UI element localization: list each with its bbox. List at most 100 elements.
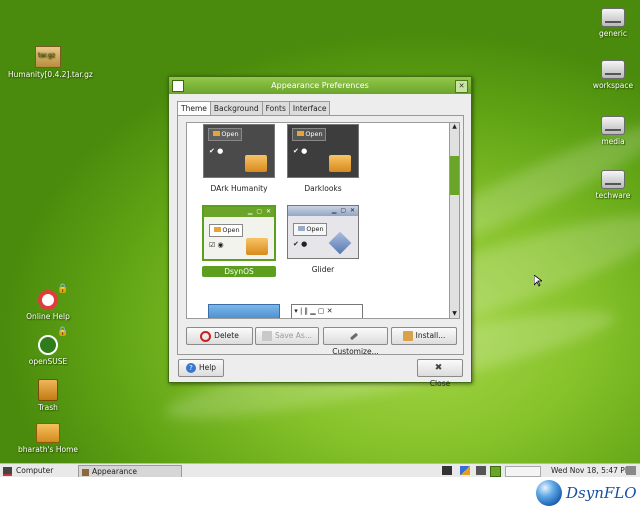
theme-item-darklooks[interactable]: Open ✔ ● Darklooks bbox=[281, 124, 365, 193]
lock-icon: 🔒 bbox=[57, 284, 69, 294]
workspace-switcher-empty[interactable] bbox=[505, 466, 541, 477]
theme-item-dsynos[interactable]: ▁ ▢ ✕ Open ☑ ◉ DsynOS bbox=[197, 205, 281, 277]
tab-fonts[interactable]: Fonts bbox=[261, 101, 290, 115]
computer-icon bbox=[3, 466, 12, 476]
folder-icon bbox=[298, 226, 306, 231]
help-button[interactable]: ? Help bbox=[178, 359, 224, 377]
checkbox-icon: ✔ ● bbox=[293, 147, 308, 155]
taskbar: Computer Appearance Preferences Wed Nov … bbox=[0, 463, 640, 487]
scroll-up-arrow-icon[interactable]: ▲ bbox=[450, 123, 459, 131]
theme-item-partial[interactable] bbox=[208, 304, 280, 318]
diamond-icon bbox=[328, 231, 352, 255]
desktop-icon-label: techware bbox=[595, 191, 631, 200]
close-window-button[interactable]: ✕ bbox=[455, 80, 468, 93]
desktop-icon-label: media bbox=[601, 137, 625, 146]
brush-icon bbox=[349, 332, 359, 340]
customize-button[interactable]: Customize... bbox=[323, 327, 388, 356]
scroll-down-arrow-icon[interactable]: ▼ bbox=[450, 310, 459, 318]
checkbox-icon: ☑ ◉ bbox=[209, 241, 224, 249]
folder-icon bbox=[214, 227, 222, 232]
desktop-icon-label: openSUSE bbox=[28, 357, 68, 366]
install-button[interactable]: Install... bbox=[391, 327, 457, 345]
desktop-icon-workspace[interactable]: workspace bbox=[573, 60, 640, 90]
theme-item-partial[interactable]: ▾ | ‖ ▁ ▢ ✕ bbox=[291, 304, 363, 318]
terminal-icon[interactable] bbox=[442, 466, 452, 475]
desktop-icon-label: workspace bbox=[592, 81, 634, 90]
clock[interactable]: Wed Nov 18, 5:47 PM bbox=[551, 466, 631, 476]
desktop-icon-techware[interactable]: techware bbox=[573, 170, 640, 200]
theme-preview: Open ✔ ● bbox=[287, 124, 359, 178]
desktop-icon-archive[interactable]: tar.gz Humanity[0.4.2].tar.gz bbox=[8, 46, 93, 79]
help-lifebuoy-icon bbox=[38, 290, 58, 310]
network-icon[interactable] bbox=[476, 466, 486, 475]
tab-interface[interactable]: Interface bbox=[288, 101, 331, 115]
folder-icon bbox=[297, 131, 305, 136]
folder-icon bbox=[245, 155, 267, 172]
install-box-icon bbox=[402, 331, 413, 341]
help-icon: ? bbox=[185, 363, 196, 373]
theme-item-dark-humanity[interactable]: Open ✔ ● DArk Humanity bbox=[197, 124, 281, 193]
desktop-icon-generic[interactable]: generic bbox=[573, 8, 640, 38]
tab-background[interactable]: Background bbox=[209, 101, 263, 115]
theme-preview: Open ✔ ● bbox=[203, 124, 275, 178]
theme-panel: Open ✔ ● DArk Humanity Open ✔ ● Darklook… bbox=[177, 115, 464, 356]
theme-list[interactable]: Open ✔ ● DArk Humanity Open ✔ ● Darklook… bbox=[186, 122, 451, 319]
update-applet-icon[interactable] bbox=[460, 466, 470, 475]
scrollbar-thumb[interactable] bbox=[450, 156, 459, 195]
opensuse-logo-icon bbox=[38, 335, 58, 355]
hard-drive-icon bbox=[601, 116, 625, 135]
mouse-pointer-icon bbox=[534, 275, 542, 287]
desktop-icon-trash[interactable]: Trash bbox=[8, 379, 88, 412]
preview-titlebar: ▁ ▢ ✕ bbox=[204, 207, 274, 217]
save-icon bbox=[262, 331, 272, 341]
folder-icon bbox=[246, 238, 268, 255]
desktop-icon-label: generic bbox=[598, 29, 628, 38]
theme-name: Darklooks bbox=[304, 184, 342, 193]
desktop: tar.gz Humanity[0.4.2].tar.gz Online Hel… bbox=[0, 0, 640, 463]
delete-icon bbox=[200, 330, 212, 342]
hard-drive-icon bbox=[601, 8, 625, 27]
desktop-icon-home[interactable]: bharath's Home bbox=[8, 423, 88, 454]
trash-icon bbox=[38, 379, 58, 401]
home-folder-icon bbox=[36, 423, 60, 443]
window-title: Appearance Preferences bbox=[271, 81, 369, 90]
hard-drive-icon bbox=[601, 60, 625, 79]
checkbox-icon: ✔ ● bbox=[209, 147, 224, 155]
lock-icon: 🔒 bbox=[57, 327, 69, 337]
window-app-icon bbox=[172, 80, 184, 92]
theme-item-glider[interactable]: ▁ ▢ ✕ Open ✔ ● Glider bbox=[281, 205, 365, 274]
close-icon: ✖ bbox=[434, 363, 443, 373]
window-titlebar[interactable]: Appearance Preferences ✕ bbox=[169, 77, 471, 94]
theme-name: Glider bbox=[311, 265, 335, 274]
folder-icon bbox=[213, 131, 221, 136]
hard-drive-icon bbox=[601, 170, 625, 189]
archive-icon: tar.gz bbox=[35, 46, 61, 68]
save-as-button[interactable]: Save As... bbox=[255, 327, 319, 345]
theme-name: DArk Humanity bbox=[210, 184, 268, 193]
preview-titlebar: ▁ ▢ ✕ bbox=[288, 206, 358, 216]
desktop-icon-opensuse[interactable]: openSUSE bbox=[8, 335, 88, 366]
computer-menu-button[interactable]: Computer bbox=[3, 466, 53, 476]
desktop-icon-online-help[interactable]: Online Help bbox=[8, 290, 88, 321]
workspace-switcher[interactable] bbox=[490, 466, 501, 477]
dsynflo-logo-icon bbox=[536, 480, 562, 506]
watermark-text: DsynFLO bbox=[566, 484, 637, 502]
theme-name: DsynOS bbox=[202, 266, 276, 277]
theme-preview: ▁ ▢ ✕ Open ☑ ◉ bbox=[202, 205, 276, 261]
folder-icon bbox=[329, 155, 351, 172]
close-button[interactable]: ✖Close bbox=[417, 359, 463, 388]
appearance-preferences-window: Appearance Preferences ✕ Theme Backgroun… bbox=[168, 76, 472, 388]
window-app-icon bbox=[82, 468, 89, 476]
theme-list-scrollbar[interactable]: ▲ ▼ bbox=[449, 122, 460, 319]
checkbox-icon: ✔ ● bbox=[293, 240, 308, 248]
tab-bar: Theme Background Fonts Interface bbox=[177, 101, 331, 116]
theme-preview: ▁ ▢ ✕ Open ✔ ● bbox=[287, 205, 359, 259]
desktop-icon-label: bharath's Home bbox=[18, 445, 78, 454]
desktop-icon-label: Trash bbox=[38, 403, 58, 412]
show-desktop-icon[interactable] bbox=[626, 466, 636, 475]
desktop-icon-media[interactable]: media bbox=[573, 116, 640, 146]
desktop-icon-label: Humanity[0.4.2].tar.gz bbox=[8, 70, 93, 79]
delete-button[interactable]: Delete bbox=[186, 327, 253, 345]
tab-theme[interactable]: Theme bbox=[177, 101, 211, 116]
desktop-icon-label: Online Help bbox=[26, 312, 70, 321]
